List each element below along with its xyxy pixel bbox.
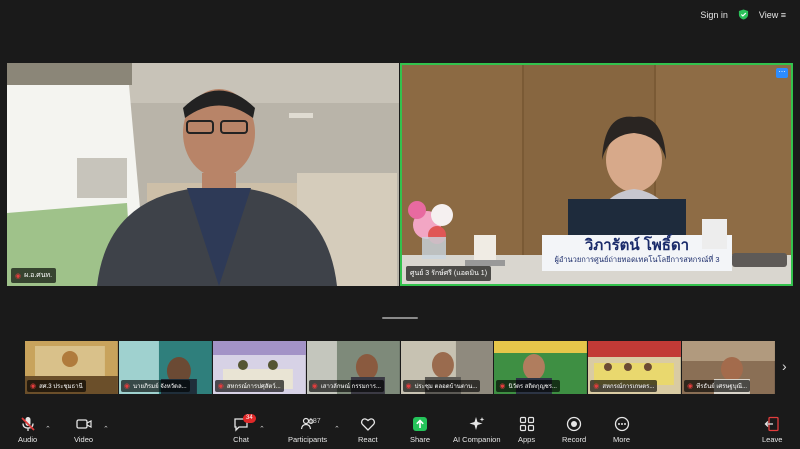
leave-door-icon [764, 416, 779, 432]
participant-name: นายภิรมย์ จังหวัดล... [132, 384, 187, 390]
participants-options-caret-icon[interactable]: ⌃ [334, 425, 340, 433]
participant-name-tag: ◉ เสาวลักษณ์ กรรมการ... [308, 380, 384, 392]
chat-button[interactable]: 34 Chat [233, 414, 256, 444]
meeting-toolbar: Audio ⌃ Video ⌃ 34 Chat ⌃ 187 Participan… [0, 412, 800, 449]
view-button[interactable]: View ≡ [759, 10, 786, 20]
participant-name: ผ.อ.ศนท. [24, 272, 53, 279]
mic-off-icon: ◉ [499, 383, 506, 390]
participants-button[interactable]: 187 Participants [288, 416, 327, 444]
participant-name: สหกรณ์การปศุสัตว์... [226, 384, 281, 390]
participant-name-tag: ◉ นายภิรมย์ จังหวัดล... [120, 380, 190, 392]
participant-thumbnail[interactable]: ◉ นิวัตร สถิตกุญชร... [494, 341, 588, 394]
participant-thumbnail[interactable]: ◉ นายภิรมย์ จังหวัดล... [118, 341, 212, 394]
video-feed-car-interior [7, 63, 399, 286]
apps-icon [519, 416, 534, 432]
share-label: Share [410, 435, 431, 444]
participant-name-tag: ◉ ทีรธันย์ เศรษฐบุณี... [684, 380, 751, 392]
participant-name: ศูนย์ 3 รักษ์ศรี (แอดมิน 1) [410, 270, 488, 277]
participant-name-tag: ศูนย์ 3 รักษ์ศรี (แอดมิน 1) [406, 266, 492, 281]
participant-name-tag: ◉ สหกรณ์การปศุสัตว์... [214, 380, 284, 392]
record-label: Record [562, 435, 587, 444]
leave-label: Leave [762, 435, 783, 444]
chat-unread-badge: 34 [243, 414, 256, 423]
mic-off-icon: ◉ [217, 383, 224, 390]
more-dots-icon [614, 416, 629, 432]
participant-thumbnail-strip: ◉ สศ.3 ประชุมธานี ◉ นายภิรมย์ จังหวัดล... … [25, 341, 775, 394]
participant-name: ประชุม ตลอดบ้านตาน... [414, 384, 478, 390]
audio-options-caret-icon[interactable]: ⌃ [45, 425, 51, 433]
participants-count: 187 [309, 418, 321, 425]
video-button[interactable]: Video [74, 416, 93, 444]
mic-off-icon: ◉ [311, 383, 318, 390]
share-button[interactable]: Share [410, 416, 430, 444]
mic-off-icon: ◉ [30, 383, 37, 390]
participant-thumbnail[interactable]: ◉ ทีรธันย์ เศรษฐบุณี... [682, 341, 775, 394]
mic-off-icon: ◉ [687, 383, 694, 390]
apps-button[interactable]: Apps [518, 416, 535, 444]
participant-name: ทีรธันย์ เศรษฐบุณี... [696, 384, 748, 390]
ai-companion-label: AI Companion [453, 435, 501, 444]
react-button[interactable]: React [358, 416, 378, 444]
react-label: React [358, 435, 378, 444]
shield-check-icon[interactable] [738, 9, 749, 20]
video-tile-active-speaker[interactable]: วิภารัตน์ โพธิ์ดา ผู้อำนวยการศูนย์ถ่ายทอ… [400, 63, 793, 286]
nameplate-title: ผู้อำนวยการศูนย์ถ่ายทอดเทคโนโลยีการสหกรณ… [554, 255, 720, 264]
participant-name: สหกรณ์การเกษตร... [602, 384, 655, 390]
participant-thumbnail[interactable]: ◉ สหกรณ์การปศุสัตว์... [212, 341, 306, 394]
mic-off-icon: ◉ [15, 272, 22, 280]
chat-options-caret-icon[interactable]: ⌃ [259, 425, 265, 433]
mic-off-icon: ◉ [405, 383, 412, 390]
sparkle-icon [469, 417, 485, 430]
participant-thumbnail[interactable]: ◉ สศ.3 ประชุมธานี [25, 341, 118, 394]
more-button[interactable]: More [613, 416, 630, 444]
video-label: Video [74, 435, 94, 444]
mic-off-icon: ◉ [593, 383, 600, 390]
video-tile-left[interactable]: ◉ ผ.อ.ศนท. [7, 63, 399, 286]
participant-name: นิวัตร สถิตกุญชร... [508, 384, 557, 390]
participant-name-tag: ◉ ประชุม ตลอดบ้านตาน... [402, 380, 481, 392]
mic-muted-icon [20, 417, 35, 431]
view-button-label: View [758, 9, 779, 20]
more-options-icon[interactable]: ⋯ [776, 68, 788, 78]
top-right-controls: Sign in View ≡ [700, 9, 786, 20]
participant-thumbnail[interactable]: ◉ ประชุม ตลอดบ้านตาน... [400, 341, 494, 394]
audio-button[interactable]: Audio [18, 416, 37, 444]
chevron-right-icon[interactable]: › [782, 358, 787, 374]
participant-name-tag: ◉ สศ.3 ประชุมธานี [27, 380, 86, 392]
participant-name-tag: ◉ ผ.อ.ศนท. [11, 268, 57, 283]
record-button[interactable]: Record [562, 416, 586, 444]
video-options-caret-icon[interactable]: ⌃ [103, 425, 109, 433]
sign-in-button[interactable]: Sign in [700, 10, 728, 20]
video-camera-icon [75, 419, 92, 429]
gallery-resize-handle[interactable] [382, 317, 418, 319]
speaker-nameplate: วิภารัตน์ โพธิ์ดา ผู้อำนวยการศูนย์ถ่ายทอ… [542, 237, 732, 273]
participant-name-tag: ◉ นิวัตร สถิตกุญชร... [496, 380, 560, 392]
view-menu-icon: ≡ [780, 9, 786, 20]
apps-label: Apps [518, 435, 536, 444]
audio-label: Audio [18, 435, 38, 444]
participant-thumbnail[interactable]: ◉ สหกรณ์การเกษตร... [588, 341, 682, 394]
participant-name: เสาวลักษณ์ กรรมการ... [320, 384, 381, 390]
mic-off-icon: ◉ [123, 383, 130, 390]
participant-thumbnail[interactable]: ◉ เสาวลักษณ์ กรรมการ... [306, 341, 400, 394]
participants-label: Participants [288, 435, 328, 444]
more-label: More [613, 435, 631, 444]
leave-button[interactable]: Leave [762, 416, 782, 444]
participant-name: สศ.3 ประชุมธานี [39, 384, 83, 390]
heart-icon [360, 418, 375, 431]
ai-companion-button[interactable]: AI Companion [453, 416, 501, 444]
top-bar: Sign in View ≡ [0, 0, 800, 32]
participant-name-tag: ◉ สหกรณ์การเกษตร... [590, 380, 658, 392]
share-screen-icon [413, 417, 427, 431]
nameplate-name: วิภารัตน์ โพธิ์ดา [584, 237, 690, 254]
chat-label: Chat [233, 435, 249, 444]
record-icon [566, 416, 582, 432]
